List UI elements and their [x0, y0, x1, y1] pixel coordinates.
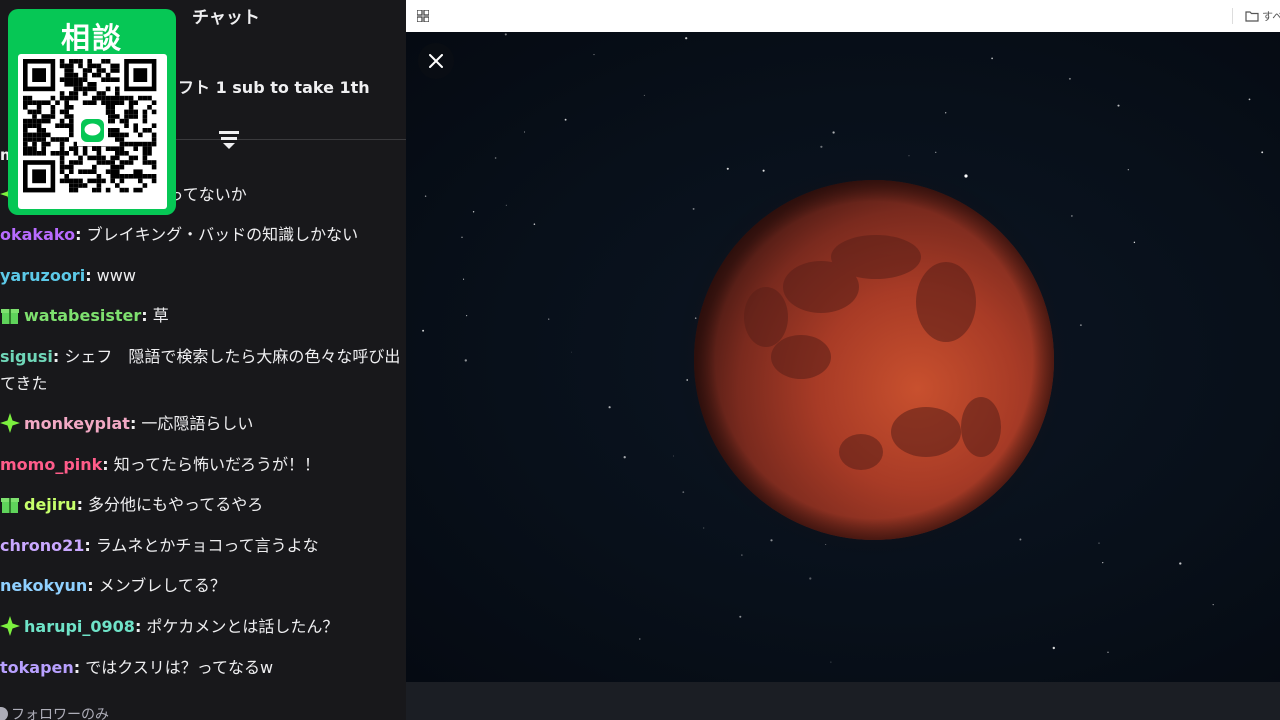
chat-message: dejiru: 多分他にもやってるやろ: [0, 491, 406, 518]
chat-text: www: [91, 266, 136, 285]
chat-message: sigusi: シェフ 隠語で検索したら大麻の色々な呼び出てきた: [0, 343, 406, 397]
sparkle-badge-icon: [0, 413, 20, 433]
folder-label[interactable]: すべ: [1262, 8, 1280, 24]
chat-message: monkeyplat: 一応隠語らしい: [0, 410, 406, 437]
close-icon: [429, 54, 443, 68]
chat-text: ではクスリは？ってなるw: [80, 658, 274, 677]
chat-username[interactable]: tokapen: [0, 658, 74, 677]
close-button[interactable]: [418, 43, 454, 79]
follower-icon: [0, 707, 8, 720]
chat-username[interactable]: dejiru: [24, 495, 77, 514]
chat-text: シェフ 隠語で検索したら大麻の色々な呼び出てきた: [0, 347, 401, 393]
chat-message: okakako: ブレイキング・バッドの知識しかない: [0, 221, 406, 248]
gift-badge-icon: [1, 498, 19, 513]
chat-text: 一応隠語らしい: [136, 414, 254, 433]
chat-username[interactable]: monkeyplat: [24, 414, 130, 433]
chat-username[interactable]: chrono21: [0, 536, 84, 555]
line-consult-card[interactable]: 相談: [8, 9, 176, 215]
chat-message: nekokyun: メンブレしてる？: [0, 572, 406, 599]
consult-label: 相談: [60, 21, 123, 55]
chat-username[interactable]: harupi_0908: [24, 617, 135, 636]
viewer-bottom-strip: [406, 682, 1280, 720]
gift-badge-icon: [1, 309, 19, 324]
chat-message: yaruzoori: www: [0, 262, 406, 289]
image-viewer: すべ: [406, 0, 1280, 720]
blood-moon-image: [422, 33, 1264, 663]
chat-username[interactable]: sigusi: [0, 347, 53, 366]
viewer-top-bar: すべ: [406, 0, 1280, 32]
chat-message: tokapen: ではクスリは？ってなるw: [0, 654, 406, 681]
follower-only-note: フォロワーのみ: [0, 704, 109, 720]
chat-text: 草: [147, 306, 169, 325]
chat-text: ラムネとかチョコって言うよな: [90, 536, 319, 555]
chat-message: watabesister: 草: [0, 302, 406, 329]
chat-text: ポケカメンとは話したん？: [141, 617, 339, 636]
chat-username[interactable]: watabesister: [24, 306, 141, 325]
topbar-divider: [1232, 8, 1233, 24]
chat-message: harupi_0908: ポケカメンとは話したん？: [0, 613, 406, 640]
chat-text: 多分他にもやってるやろ: [82, 495, 264, 514]
chat-text: メンブレしてる？: [93, 576, 226, 595]
chat-message: chrono21: ラムネとかチョコって言うよな: [0, 532, 406, 559]
chat-username[interactable]: yaruzoori: [0, 266, 85, 285]
chat-message: momo_pink: 知ってたら怖いだろうが！！: [0, 451, 406, 478]
follower-only-label: フォロワーのみ: [11, 707, 109, 720]
chat-username[interactable]: momo_pink: [0, 455, 102, 474]
chat-text: ブレイキング・バッドの知識しかない: [81, 225, 359, 244]
chat-username[interactable]: okakako: [0, 225, 75, 244]
sparkle-badge-icon: [0, 616, 20, 636]
grid-icon[interactable]: [417, 10, 429, 22]
lunar-eclipse-photo: [406, 32, 1280, 682]
folder-icon[interactable]: [1245, 10, 1259, 22]
qr-code[interactable]: [18, 54, 167, 209]
chat-username[interactable]: nekokyun: [0, 576, 87, 595]
chat-text: 知ってたら怖いだろうが！！: [108, 455, 321, 474]
qr-code-pattern: [23, 59, 157, 193]
